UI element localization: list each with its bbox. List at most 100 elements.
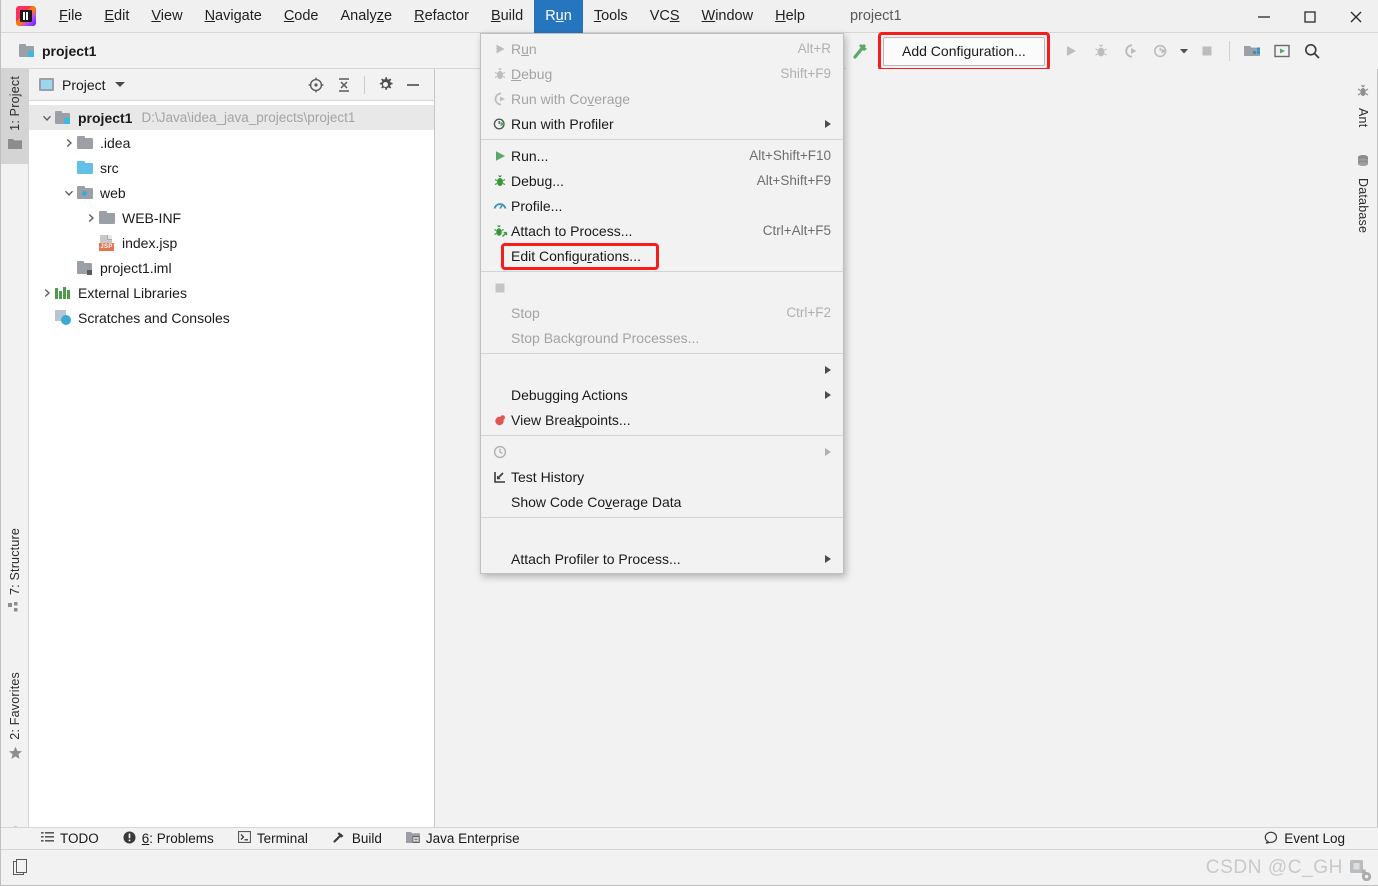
menu-item-test-history[interactable] bbox=[481, 439, 843, 464]
tree-label: web bbox=[100, 184, 126, 201]
menu-view[interactable]: View bbox=[140, 0, 193, 33]
menu-navigate[interactable]: Navigate bbox=[194, 0, 273, 33]
menu-item-attach-profiler-to-process[interactable] bbox=[481, 521, 843, 546]
add-configuration-highlight: Add Configuration... bbox=[878, 31, 1050, 71]
menu-analyze[interactable]: Analyze bbox=[330, 0, 404, 33]
menu-item-import-tests-from-file[interactable]: Test History bbox=[481, 464, 843, 489]
tree-label: Scratches and Consoles bbox=[78, 309, 230, 326]
event-log-label: Event Log bbox=[1284, 831, 1345, 846]
sidebar-item-database-label: Database bbox=[1356, 178, 1370, 234]
gear-icon[interactable] bbox=[372, 72, 398, 98]
stop-icon[interactable] bbox=[1192, 37, 1222, 65]
menu-item-view-breakpoints[interactable]: View Breakpoints... bbox=[481, 407, 843, 432]
menu-run[interactable]: Run bbox=[534, 0, 583, 33]
collapse-all-icon[interactable] bbox=[331, 72, 357, 98]
menu-code[interactable]: Code bbox=[273, 0, 330, 33]
chevron-right-icon[interactable] bbox=[83, 210, 99, 226]
menu-item-open-profiler-snapshot[interactable]: Attach Profiler to Process... bbox=[481, 546, 843, 571]
chevron-down-icon[interactable] bbox=[61, 185, 77, 201]
menu-edit[interactable]: Edit bbox=[93, 0, 140, 33]
menu-item-show-code-coverage-data[interactable]: Show Code Coverage Data bbox=[481, 489, 843, 514]
minimize-icon[interactable] bbox=[1241, 0, 1287, 33]
menu-separator bbox=[481, 139, 843, 140]
tree-row-scratches-and-consoles[interactable]: Scratches and Consoles bbox=[29, 305, 434, 330]
menu-file[interactable]: File bbox=[48, 0, 93, 33]
menu-item-run-dialog[interactable]: Run... Alt+Shift+F10 bbox=[481, 143, 843, 168]
intellij-logo-icon bbox=[16, 6, 36, 26]
chevron-right-icon[interactable] bbox=[39, 285, 55, 301]
bottom-item-build[interactable]: Build bbox=[320, 828, 394, 850]
tree-label: project1.iml bbox=[100, 259, 172, 276]
chevron-down-icon[interactable] bbox=[39, 110, 55, 126]
chevron-down-icon[interactable] bbox=[1176, 37, 1192, 65]
menu-item-show-running-list[interactable]: Stop Background Processes... bbox=[481, 325, 843, 350]
bottom-item-todo[interactable]: TODO bbox=[29, 828, 111, 850]
chevron-down-icon[interactable] bbox=[114, 82, 125, 87]
tree-row-idea[interactable]: .idea bbox=[29, 130, 434, 155]
sidebar-item-favorites[interactable]: 2: Favorites bbox=[1, 665, 29, 774]
intellij-window: File Edit View Navigate Code Analyze Ref… bbox=[0, 0, 1378, 886]
gear-icon[interactable] bbox=[1347, 857, 1372, 882]
project-tool-window: Project project1 D:\Java\idea_java_proje… bbox=[29, 69, 435, 828]
menu-item-attach-to-process[interactable]: Attach to Process... Ctrl+Alt+F5 bbox=[481, 218, 843, 243]
debug-icon bbox=[489, 67, 511, 81]
maximize-icon[interactable] bbox=[1287, 0, 1333, 33]
run-with-profiler-icon[interactable] bbox=[1146, 37, 1176, 65]
menu-item-debugging-actions[interactable] bbox=[481, 357, 843, 382]
menu-item-stop-background-processes[interactable]: Stop Ctrl+F2 bbox=[481, 300, 843, 325]
bottom-item-label: Terminal bbox=[256, 831, 308, 846]
menu-separator bbox=[481, 517, 843, 518]
menu-item-stop[interactable] bbox=[481, 275, 843, 300]
menu-item-debug[interactable]: Debug Shift+F9 bbox=[481, 61, 843, 86]
bottom-item-problems[interactable]: 6: Problems bbox=[111, 828, 226, 850]
updates-icon[interactable] bbox=[1267, 37, 1297, 65]
sidebar-item-project[interactable]: 1: Project bbox=[1, 69, 29, 164]
menu-item-edit-configurations[interactable]: Edit Configurations... bbox=[481, 243, 843, 270]
close-icon[interactable] bbox=[1333, 0, 1378, 33]
menu-item-debug-dialog[interactable]: Debug... Alt+Shift+F9 bbox=[481, 168, 843, 193]
menu-item-profile[interactable]: Profile... bbox=[481, 193, 843, 218]
menu-vcs[interactable]: VCS bbox=[639, 0, 691, 33]
document-icon[interactable] bbox=[13, 858, 29, 877]
tree-row-src[interactable]: src bbox=[29, 155, 434, 180]
tree-label: External Libraries bbox=[78, 284, 187, 301]
debug-icon[interactable] bbox=[1086, 37, 1116, 65]
sidebar-item-database[interactable]: Database bbox=[1349, 147, 1377, 242]
hammer-icon bbox=[332, 830, 346, 847]
balloon-icon bbox=[1264, 831, 1278, 847]
module-icon bbox=[55, 111, 73, 124]
event-log-button[interactable]: Event Log bbox=[1252, 828, 1378, 850]
menu-window[interactable]: Window bbox=[691, 0, 765, 33]
bottom-item-terminal[interactable]: Terminal bbox=[226, 828, 320, 850]
bottom-item-label: Java Enterprise bbox=[425, 831, 520, 846]
chevron-right-icon[interactable] bbox=[61, 135, 77, 151]
run-icon[interactable] bbox=[1056, 37, 1086, 65]
menu-build[interactable]: Build bbox=[480, 0, 534, 33]
sidebar-item-structure[interactable]: 7: Structure bbox=[1, 521, 29, 628]
tree-row-external-libraries[interactable]: External Libraries bbox=[29, 280, 434, 305]
menu-item-run[interactable]: Run Alt+R bbox=[481, 36, 843, 61]
tree-row-project1-iml[interactable]: project1.iml bbox=[29, 255, 434, 280]
menu-refactor[interactable]: Refactor bbox=[403, 0, 480, 33]
menu-tools[interactable]: Tools bbox=[583, 0, 639, 33]
menu-item-run-with-profiler[interactable]: Run with Profiler bbox=[481, 111, 843, 136]
sidebar-item-ant[interactable]: Ant bbox=[1349, 77, 1377, 136]
menu-item-label: Profile... bbox=[511, 197, 563, 214]
run-with-coverage-icon[interactable] bbox=[1116, 37, 1146, 65]
tree-row-project1[interactable]: project1 D:\Java\idea_java_projects\proj… bbox=[29, 105, 434, 130]
submenu-arrow-icon bbox=[825, 447, 831, 456]
tree-row-web[interactable]: web bbox=[29, 180, 434, 205]
add-configuration-button[interactable]: Add Configuration... bbox=[883, 36, 1045, 66]
tree-row-index-jsp[interactable]: JSP index.jsp bbox=[29, 230, 434, 255]
select-opened-file-icon[interactable] bbox=[303, 72, 329, 98]
menu-item-run-with-coverage[interactable]: Run with Coverage bbox=[481, 86, 843, 111]
search-everywhere-icon[interactable] bbox=[1297, 37, 1327, 65]
breadcrumb[interactable]: project1 bbox=[19, 43, 96, 59]
project-structure-icon[interactable] bbox=[1237, 37, 1267, 65]
bottom-item-java-enterprise[interactable]: Java Enterprise bbox=[394, 828, 532, 850]
hammer-icon[interactable] bbox=[846, 37, 876, 65]
menu-item-toggle-breakpoint[interactable]: Debugging Actions bbox=[481, 382, 843, 407]
tree-row-web-inf[interactable]: WEB-INF bbox=[29, 205, 434, 230]
hide-icon[interactable] bbox=[400, 72, 426, 98]
menu-help[interactable]: Help bbox=[764, 0, 816, 33]
